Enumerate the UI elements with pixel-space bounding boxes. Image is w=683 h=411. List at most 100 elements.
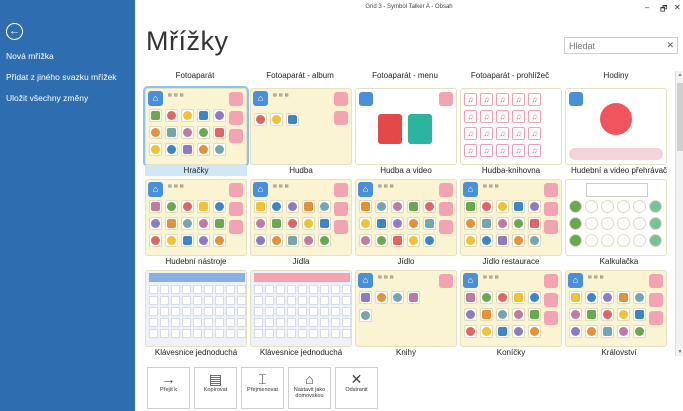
grid-label[interactable]: Fotoaparát — [144, 71, 246, 80]
grid-thumbnail[interactable] — [145, 270, 247, 347]
grid-label[interactable]: Jídlo — [355, 257, 457, 266]
grid-label[interactable]: Hudební nástroje — [145, 257, 247, 266]
symbol-cell — [149, 143, 162, 156]
symbol-icon — [514, 236, 523, 245]
key — [276, 329, 285, 338]
key — [237, 285, 246, 294]
sidebar-item-new-grid[interactable]: Nová mřížka — [6, 51, 54, 61]
key — [298, 285, 307, 294]
grid-label[interactable]: Klávesnice jednoduchá — [145, 348, 247, 357]
grid-thumbnail[interactable]: ⌂ ▤ ▤ ▤ — [250, 179, 352, 256]
symbol-cell — [359, 291, 372, 304]
key — [193, 296, 202, 305]
symbol-icon — [215, 128, 224, 137]
key — [226, 329, 235, 338]
grid-label[interactable]: Jídla — [250, 257, 352, 266]
symbol-icon — [530, 327, 539, 336]
grid-label[interactable]: Hudba-knihovna — [460, 166, 562, 175]
symbol-icon — [151, 219, 160, 228]
key — [276, 285, 285, 294]
grid-thumbnail[interactable]: ⌂ ▤ ▤ ▤ — [355, 179, 457, 256]
grid-thumbnail[interactable]: ⌂ ▤ ▤ ▤ — [565, 270, 667, 347]
symbol-cell — [528, 234, 541, 247]
home-icon: ⌂ — [148, 182, 163, 197]
music-note-cell: ♫ — [528, 144, 541, 157]
grid-label[interactable]: Jídlo restaurace — [460, 257, 562, 266]
go-to-button[interactable]: → Přejít k — [147, 367, 190, 409]
key — [193, 307, 202, 316]
symbol-icon — [635, 293, 644, 302]
grid-thumbnail[interactable] — [565, 179, 667, 256]
search-input[interactable]: Hledat ✕ — [564, 37, 678, 54]
symbol-icon — [482, 293, 491, 302]
key — [226, 307, 235, 316]
symbol-cell — [480, 308, 493, 321]
symbol-cell — [464, 325, 477, 338]
grid-label[interactable]: Fotoaparát - prohlížeč — [459, 71, 561, 80]
grid-label[interactable]: Fotoaparát - menu — [354, 71, 456, 80]
grid-label[interactable]: Hračky — [145, 165, 247, 176]
grid-label[interactable]: Klávesnice jednoduchá — [250, 348, 352, 357]
side-button-icon — [544, 202, 558, 216]
symbol-icon — [466, 327, 475, 336]
key — [265, 296, 274, 305]
copy-button[interactable]: ▤ Kopírovat — [194, 367, 237, 409]
grid-label[interactable]: Hudba — [250, 166, 352, 175]
symbol-cell — [165, 126, 178, 139]
clear-icon — [334, 183, 348, 197]
grid-thumbnail[interactable]: ⌂ ▤ ▤ ▤ — [355, 270, 457, 347]
grid-label[interactable]: Koníčky — [460, 348, 562, 357]
grid-thumbnail[interactable]: ⌂ ▤ ▤ ▤ — [460, 270, 562, 347]
key — [171, 318, 180, 327]
grid-thumbnail[interactable] — [355, 88, 457, 165]
grid-label[interactable]: Fotoaparát - album — [249, 71, 351, 80]
symbol-cell — [302, 217, 315, 230]
grid-label[interactable]: Hodiny — [564, 71, 668, 80]
scroll-thumb[interactable] — [677, 83, 683, 151]
grid-label[interactable]: Kalkulačka — [565, 257, 673, 266]
grid-thumbnail[interactable]: ⌂ ▤ ▤ ▤ — [250, 88, 352, 165]
grid-label[interactable]: Království — [565, 348, 673, 357]
symbol-icon — [587, 327, 596, 336]
symbol-cell — [512, 217, 525, 230]
grid-thumbnail[interactable] — [565, 88, 667, 165]
symbol-icon — [256, 219, 265, 228]
music-note-cell: ♫ — [496, 144, 509, 157]
grid-thumbnail[interactable]: ⌂ ▤ ▤ ▤ — [460, 179, 562, 256]
grid-label[interactable]: Hudba a video — [355, 166, 457, 175]
rename-button[interactable]: ⌶ Přejmenovat — [241, 367, 284, 409]
symbol-cell — [528, 217, 541, 230]
symbol-cell — [149, 217, 162, 230]
symbol-icon — [361, 293, 370, 302]
sidebar-item-save-all[interactable]: Uložit všechny změny — [6, 93, 88, 103]
close-icon[interactable]: ✕ — [674, 3, 681, 12]
grid-thumbnail[interactable] — [250, 270, 352, 347]
grid-label[interactable]: Hudební a video přehrávač — [565, 166, 673, 175]
grid-label[interactable]: Knihy — [355, 348, 457, 357]
key — [298, 318, 307, 327]
grid-thumbnail[interactable]: ⌂ ▤ ▤ ▤ — [145, 179, 247, 256]
symbol-cell — [528, 291, 541, 304]
scroll-down-icon[interactable]: ▼ — [676, 348, 683, 356]
side-button-icon — [439, 202, 453, 216]
set-home-button[interactable]: ⌂ Nastavit jako domovskou — [288, 367, 331, 409]
symbol-icon — [183, 202, 192, 211]
vertical-scrollbar[interactable]: ▲ ▼ — [675, 71, 683, 356]
minimize-icon[interactable]: – — [645, 3, 649, 12]
clear-search-icon[interactable]: ✕ — [666, 40, 674, 51]
symbol-icon — [482, 327, 491, 336]
symbol-cell — [375, 217, 388, 230]
back-arrow-icon[interactable]: ← — [6, 23, 23, 40]
sidebar-item-add-from-other[interactable]: Přidat z jiného svazku mřížek — [6, 72, 117, 82]
symbol-cell — [512, 308, 525, 321]
symbol-cell — [617, 325, 630, 338]
symbol-icon — [183, 111, 192, 120]
grid-thumbnail[interactable]: ♫ ♫ ♫ ♫ ♫ ♫ ♫ ♫ ♫ ♫ ♫ ♫ ♫ ♫ ♫ ♫ ♫ ♫ ♫ ♫ — [460, 88, 562, 165]
scroll-up-icon[interactable]: ▲ — [676, 71, 683, 79]
grid-thumbnail[interactable]: ⌂ ▤ ▤ ▤ — [143, 86, 249, 167]
side-button-icon — [544, 220, 558, 234]
symbol-cell — [286, 200, 299, 213]
maximize-icon[interactable]: 🗗 — [660, 3, 668, 17]
music-note-cell: ♫ — [496, 127, 509, 140]
delete-button[interactable]: ✕ Odstranit — [335, 367, 378, 409]
